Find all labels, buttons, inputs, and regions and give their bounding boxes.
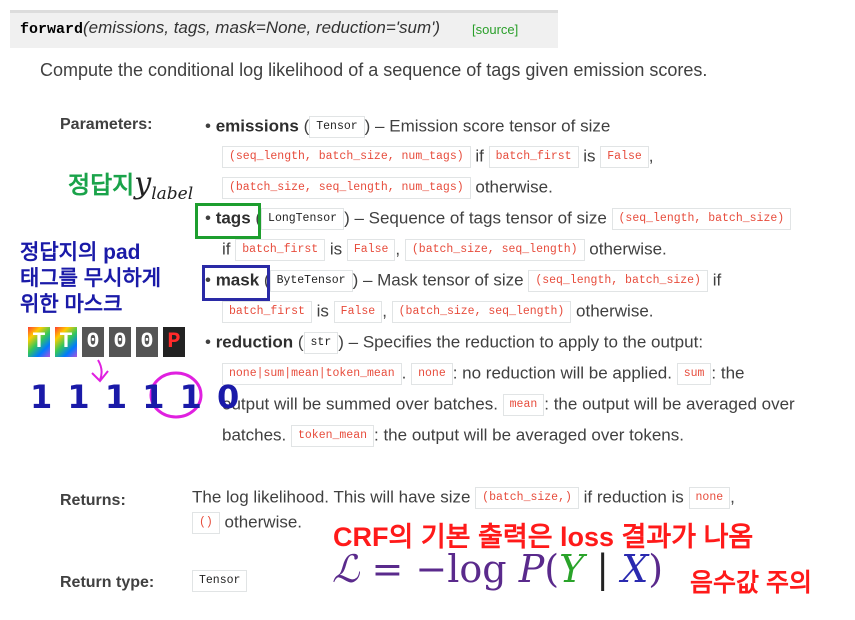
formula: ℒ = −log P(Y | X) xyxy=(332,547,663,591)
formula-bar: | xyxy=(596,547,610,591)
formula-eq: = xyxy=(371,547,404,591)
formula-log: log xyxy=(447,547,507,591)
formula-minus: − xyxy=(415,547,448,591)
formula-Y: Y xyxy=(559,547,585,591)
annotation-negative-note: 음수값 주의 xyxy=(690,569,812,597)
formula-rparen: ) xyxy=(648,547,664,591)
mask-value: 1 xyxy=(179,378,204,416)
mask-value: 1 xyxy=(67,378,92,416)
mask-values: 1 1 1 1 1 0 xyxy=(30,378,241,416)
formula-P: P xyxy=(518,547,545,591)
formula-L: ℒ xyxy=(332,547,360,591)
mask-value: 1 xyxy=(142,378,167,416)
mask-value: 1 xyxy=(104,378,130,416)
formula-X: X xyxy=(621,547,649,591)
mask-value: 0 xyxy=(217,378,242,416)
mask-value: 1 xyxy=(30,378,55,416)
formula-lparen: ( xyxy=(544,547,560,591)
